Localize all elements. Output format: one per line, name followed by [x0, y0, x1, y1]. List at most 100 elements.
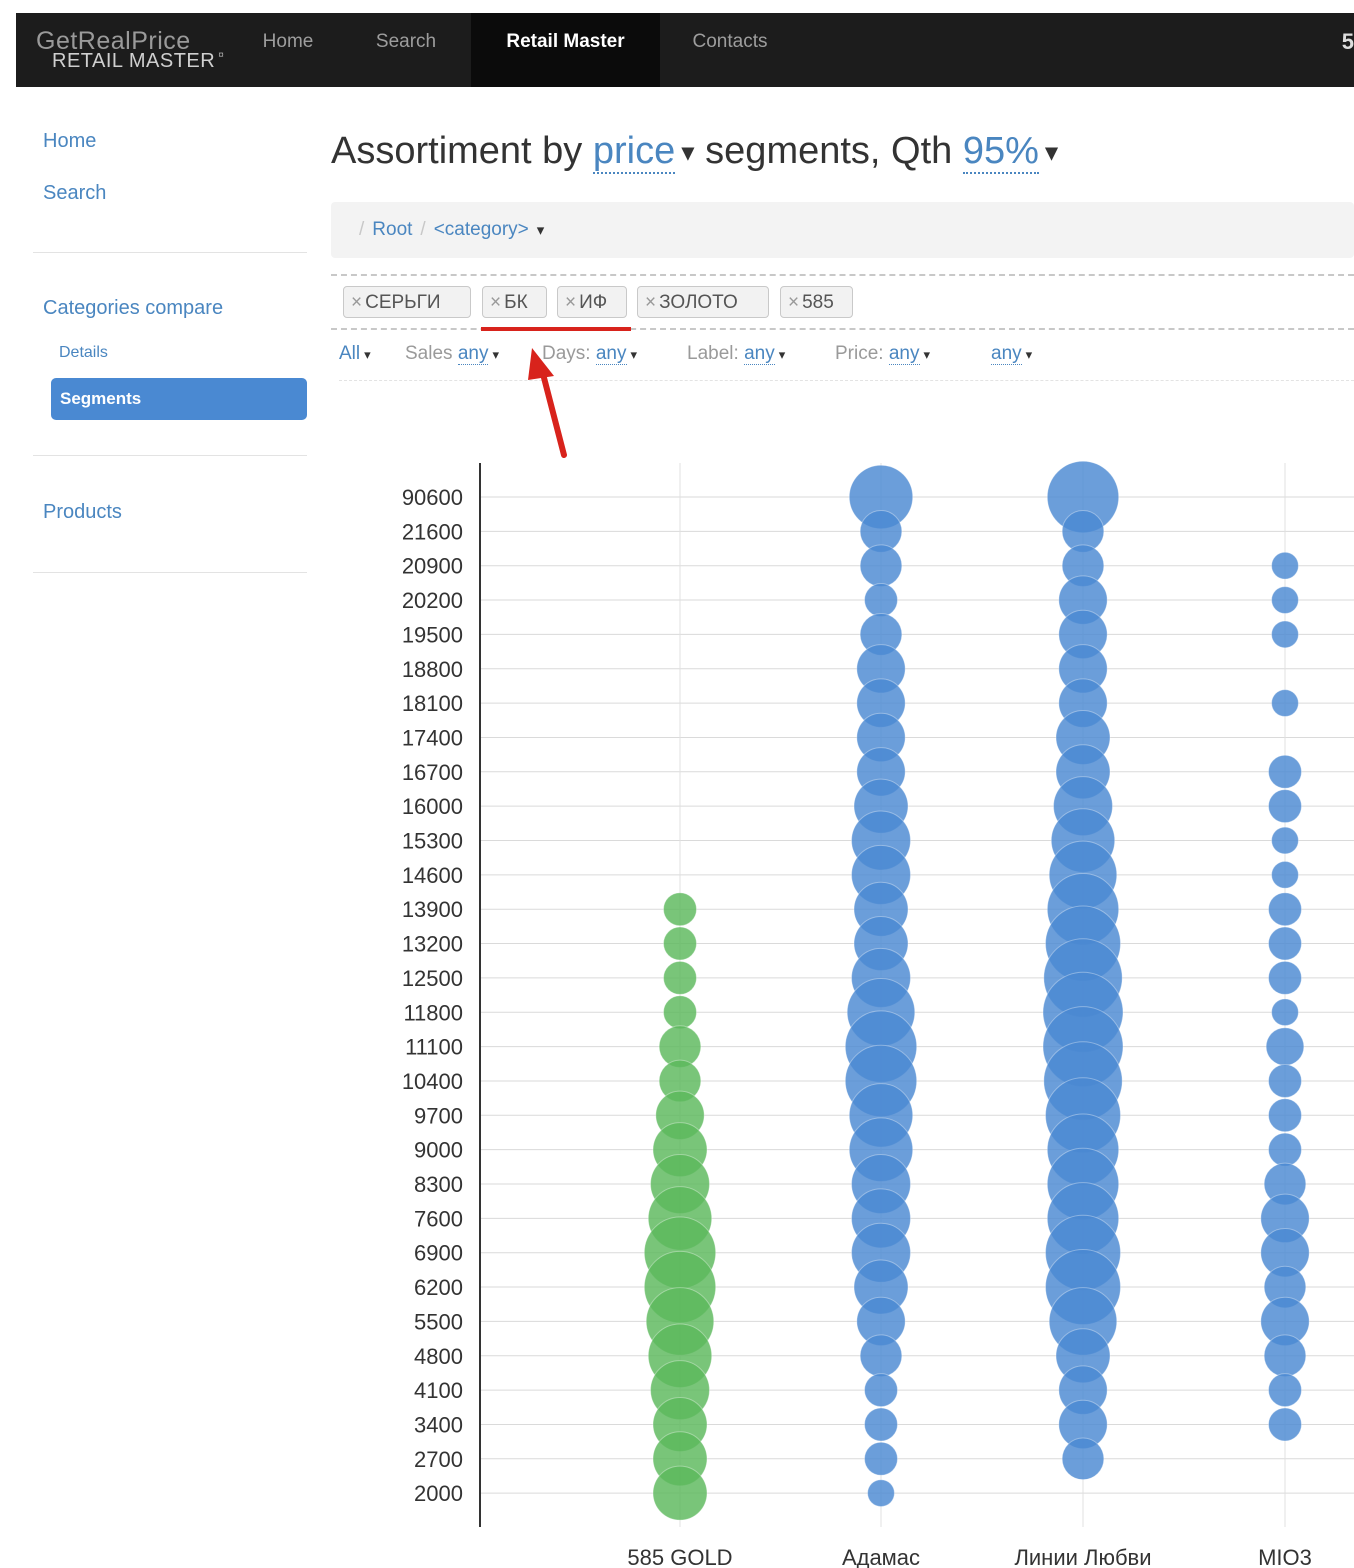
breadcrumb-root[interactable]: Root	[372, 219, 412, 240]
chart-bubble	[647, 1323, 713, 1388]
price-selector-link[interactable]: price	[592, 130, 676, 174]
title-middle: segments, Qth	[705, 130, 953, 172]
filter-tag-label: ИФ	[579, 292, 608, 313]
y-tick-label: 20900	[402, 554, 463, 579]
filter-all-label[interactable]: All	[339, 343, 360, 364]
filter-sales[interactable]: Sales any ▾	[405, 340, 499, 369]
chart-bubble	[853, 1259, 909, 1315]
y-tick-label: 5500	[414, 1309, 463, 1334]
chart-bubble	[1045, 1214, 1121, 1291]
chart-bubble	[1043, 938, 1123, 1018]
chart-bubble	[851, 947, 911, 1008]
y-tick-label: 14600	[402, 863, 463, 888]
y-tick-label: 7600	[414, 1206, 463, 1231]
chart-bubble	[1271, 860, 1299, 889]
annotation-arrow-icon	[528, 348, 567, 458]
nav-home[interactable]: Home	[238, 13, 338, 87]
sidebar-item-details[interactable]: Details	[59, 344, 108, 362]
annotation-underline	[481, 327, 631, 331]
filter-sales-value[interactable]: any	[457, 343, 489, 365]
caret-down-icon[interactable]: ▾	[492, 347, 499, 362]
y-tick-label: 6900	[414, 1241, 463, 1266]
close-icon[interactable]: ×	[645, 292, 656, 313]
chart-bubble	[848, 1083, 914, 1148]
chart-bubble	[1055, 709, 1111, 765]
close-icon[interactable]: ×	[351, 292, 362, 313]
caret-down-icon[interactable]: ▾	[779, 347, 786, 362]
filter-label-value[interactable]: any	[744, 343, 775, 365]
chart-bubble	[1046, 1182, 1120, 1255]
nav-contacts[interactable]: Contacts	[668, 13, 792, 87]
nav-retail-master[interactable]: Retail Master	[471, 13, 660, 87]
chart-bubble	[1046, 1113, 1120, 1186]
chart-bubble	[643, 1250, 717, 1324]
sidebar-item-products[interactable]: Products	[43, 501, 122, 524]
chart-bubble	[645, 1287, 715, 1356]
sidebar-item-segments[interactable]: Segments	[51, 378, 307, 420]
nav-search[interactable]: Search	[350, 13, 462, 87]
y-tick-label: 13200	[402, 932, 463, 957]
qth-selector-link[interactable]: 95%	[962, 130, 1039, 174]
caret-down-icon[interactable]: ▾	[537, 222, 545, 239]
y-tick-label: 16700	[402, 760, 463, 785]
chart-bubble	[859, 1334, 903, 1378]
caret-down-icon[interactable]: ▾	[681, 137, 694, 167]
chart-bubble	[1046, 460, 1120, 534]
y-tick-label: 18800	[402, 657, 463, 682]
chart-bubble	[1061, 544, 1105, 588]
chart-bubble	[1045, 905, 1121, 982]
sidebar-item-categories-compare[interactable]: Categories compare	[43, 297, 223, 320]
x-category-label: 585 GOLD	[627, 1545, 732, 1568]
breadcrumb-separator: /	[420, 219, 426, 240]
chart-bubble	[1045, 1249, 1121, 1326]
breadcrumb-category[interactable]: <category>	[434, 219, 529, 240]
chart-bubble	[1061, 1437, 1105, 1481]
chart-bubble	[1268, 1063, 1302, 1098]
filter-tag[interactable]: × ИФ	[557, 286, 627, 318]
caret-down-icon[interactable]: ▾	[924, 347, 931, 362]
chart-bubble	[1268, 789, 1302, 824]
caret-down-icon[interactable]: ▾	[1045, 137, 1058, 167]
caret-down-icon[interactable]: ▾	[1026, 347, 1033, 362]
nav-right-item[interactable]: 5	[1342, 29, 1354, 55]
chart-bubble	[1058, 609, 1108, 660]
title-prefix: Assortiment by	[331, 130, 583, 172]
filter-all[interactable]: All ▾	[339, 340, 371, 369]
filter-extra[interactable]: any ▾	[991, 340, 1032, 369]
chart-bubble	[851, 1222, 911, 1283]
chart-bubble	[663, 926, 697, 961]
chart-bubble	[650, 1154, 710, 1214]
y-tick-label: 16000	[402, 794, 463, 819]
close-icon[interactable]: ×	[490, 292, 501, 313]
filter-tag-label: 585	[802, 292, 834, 313]
y-tick-label: 13900	[402, 897, 463, 922]
filter-extra-value[interactable]: any	[991, 343, 1022, 365]
chart-bubble	[1046, 1147, 1120, 1221]
y-tick-label: 9000	[414, 1138, 463, 1163]
filter-tag[interactable]: × СЕРЬГИ	[343, 286, 471, 318]
brand-subtitle: RETAIL MASTER ¤	[52, 51, 224, 72]
chart-bubble	[647, 1186, 713, 1251]
caret-down-icon[interactable]: ▾	[631, 347, 638, 362]
sidebar-item-search[interactable]: Search	[43, 182, 106, 205]
filter-tag[interactable]: × 585	[780, 286, 853, 318]
chart-bubble	[1271, 998, 1299, 1027]
close-icon[interactable]: ×	[788, 292, 799, 313]
close-icon[interactable]: ×	[565, 292, 576, 313]
brand-logo[interactable]: GetRealPrice RETAIL MASTER ¤	[36, 29, 224, 72]
filter-tag[interactable]: × ЗОЛОТО	[637, 286, 769, 318]
chart-bubble	[652, 1465, 708, 1521]
chart-bubble	[1268, 1098, 1302, 1133]
chart-bubble	[848, 464, 914, 530]
chart-bubble	[1268, 892, 1302, 927]
filter-tags-row: × СЕРЬГИ × БК × ИФ × ЗОЛОТО × 585	[331, 274, 1354, 330]
filter-days-value[interactable]: any	[595, 343, 627, 365]
chart-bubble	[658, 1025, 702, 1068]
sidebar-item-home[interactable]: Home	[43, 130, 96, 153]
filter-label[interactable]: Label: any ▾	[687, 340, 785, 369]
filter-tag[interactable]: × БК	[482, 286, 547, 318]
filter-price[interactable]: Price: any ▾	[835, 340, 930, 369]
chart-bubble	[1046, 873, 1120, 946]
filter-price-value[interactable]: any	[888, 343, 920, 365]
caret-down-icon[interactable]: ▾	[364, 347, 371, 362]
